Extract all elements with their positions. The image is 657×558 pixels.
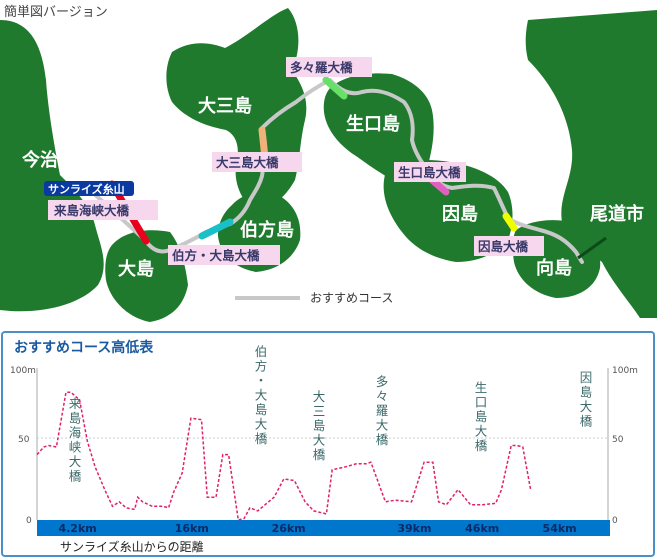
chart-title: おすすめコース高低表 (14, 339, 154, 356)
distance-bar (37, 520, 610, 536)
legend-course-label: おすすめコース (310, 291, 393, 305)
x-caption: サンライズ糸山からの距離 (60, 539, 204, 554)
bridge-vertical-label: 多々羅大橋 (376, 374, 389, 447)
label-kurushima: 来島海峡大橋 (53, 203, 130, 218)
y-tick-0-right: 0 (612, 516, 618, 526)
y-tick-50-left: 50 (18, 435, 30, 445)
label-oshima: 大島 (118, 258, 154, 280)
label-omishima-bridge: 大三島大橋 (216, 155, 279, 170)
distance-tick-label: 39km (397, 522, 431, 535)
distance-tick-label: 46km (465, 522, 499, 535)
distance-tick-label: 4.2km (58, 522, 96, 535)
bridge-vertical-label: 伯方・大島大橋 (255, 344, 268, 446)
label-innoshima-bridge: 因島大橋 (478, 239, 529, 254)
label-imabari: 今治市 (22, 149, 76, 171)
distance-tick-label: 26km (272, 522, 306, 535)
bridge-vertical-label: 来島海峡大橋 (69, 396, 82, 484)
map-header: 簡単図バージョン (4, 4, 108, 20)
label-tatara: 多々羅大橋 (290, 60, 353, 75)
y-tick-100-right: 100m (612, 366, 638, 376)
label-hakata-oshima: 伯方・大島大橋 (172, 248, 260, 263)
island-map: 簡単図バージョン 今治市 大島 伯方島 大三島 生口島 因島 向島 尾道市 サン… (0, 0, 657, 330)
y-tick-100-left: 100m (10, 366, 36, 376)
bridge-vertical-label: 生口島大橋 (475, 380, 488, 453)
y-tick-0-left: 0 (26, 516, 32, 526)
label-hakata: 伯方島 (240, 219, 294, 241)
y-tick-50-right: 50 (612, 435, 624, 445)
label-innoshima: 因島 (442, 203, 478, 225)
elevation-chart: おすすめコース高低表 100m 50 0 100m 50 0 4.2km 16km… (1, 331, 655, 557)
label-omishima: 大三島 (198, 95, 252, 117)
bridge-vertical-label: 大三島大橋 (313, 389, 326, 462)
label-onomichi: 尾道市 (590, 203, 644, 225)
label-ikuchi: 生口島 (346, 113, 400, 135)
label-mukaishima: 向島 (536, 257, 572, 279)
label-ikuchi-bridge: 生口島大橋 (398, 165, 461, 180)
distance-tick-label: 16km (175, 522, 209, 535)
bridge-vertical-label: 因島大橋 (580, 370, 593, 429)
distance-tick-label: 54km (543, 522, 577, 535)
start-badge-label: サンライズ糸山 (48, 182, 125, 196)
